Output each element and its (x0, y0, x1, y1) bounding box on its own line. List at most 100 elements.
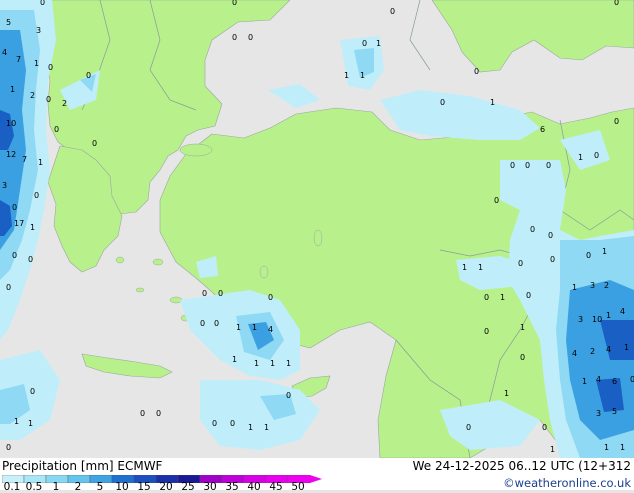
precip-value-label: 0 (268, 293, 273, 302)
precip-value-label: 0 (54, 125, 59, 134)
precip-value-label: 1 (14, 417, 19, 426)
precip-value-label: 0 (614, 0, 619, 7)
precip-value-label: 3 (596, 409, 601, 418)
precip-value-label: 1 (604, 443, 609, 452)
precip-value-label: 1 (30, 223, 35, 232)
precip-value-label: 1 (624, 343, 629, 352)
precip-value-label: 0 (525, 161, 530, 170)
precip-value-label: 0 (286, 391, 291, 400)
precip-value-label: 0 (218, 289, 223, 298)
precip-value-label: 1 (500, 293, 505, 302)
precip-value-label: 0 (230, 419, 235, 428)
precip-value-label: 0 (6, 283, 11, 292)
precip-value-label: 0 (466, 423, 471, 432)
scale-tick-label: 0.5 (25, 481, 43, 493)
precip-value-label: 3 (578, 315, 583, 324)
scale-tick-label: 25 (181, 481, 195, 493)
precip-value-label: 1 (520, 323, 525, 332)
scale-tick-label: 30 (203, 481, 217, 493)
precip-value-label: 0 (548, 231, 553, 240)
precip-value-label: 1 (606, 311, 611, 320)
precip-value-label: 0 (518, 259, 523, 268)
precip-value-label: 1 (236, 323, 241, 332)
precip-value-label: 0 (212, 419, 217, 428)
precip-value-label: 1 (270, 359, 275, 368)
precip-value-label: 0 (484, 293, 489, 302)
scale-tick-label: 15 (137, 481, 151, 493)
precip-value-label: 1 (28, 419, 33, 428)
precip-value-label: 1 (376, 39, 381, 48)
precip-value-label: 1 (232, 355, 237, 364)
precip-value-label: 2 (590, 347, 595, 356)
precip-value-label: 1 (34, 59, 39, 68)
footer-bar: Precipitation [mm] ECMWF We 24-12-2025 0… (0, 458, 634, 493)
precip-value-label: 2 (62, 99, 67, 108)
precip-value-label: 1 (38, 158, 43, 167)
map-title: Precipitation [mm] ECMWF (2, 459, 163, 473)
precip-value-label: 5 (6, 18, 11, 27)
precip-value-label: 0 (202, 289, 207, 298)
precip-value-label: 0 (594, 151, 599, 160)
precip-value-label: 0 (440, 98, 445, 107)
precip-value-label: 3 (2, 181, 7, 190)
precip-value-label: 0 (6, 443, 11, 452)
precip-value-label: 5 (612, 407, 617, 416)
precip-value-label: 0 (86, 71, 91, 80)
precip-value-label: 0 (474, 67, 479, 76)
precip-value-label: 0 (48, 63, 53, 72)
credit-link[interactable]: ©weatheronline.co.uk (503, 476, 631, 490)
precip-value-label: 4 (606, 345, 611, 354)
precip-value-label: 0 (520, 353, 525, 362)
precip-value-label: 4 (2, 48, 7, 57)
precip-value-label: 0 (614, 117, 619, 126)
precip-value-label: 1 (254, 359, 259, 368)
scale-tick-label: 0.1 (3, 481, 21, 493)
precip-value-label: 0 (526, 291, 531, 300)
precip-value-label: 4 (596, 375, 601, 384)
precip-value-label: 4 (572, 349, 577, 358)
precip-value-label: 2 (604, 281, 609, 290)
precip-value-label: 0 (200, 319, 205, 328)
scale-tick-label: 35 (225, 481, 239, 493)
precip-value-label: 4 (268, 325, 273, 334)
precip-value-label: 0 (550, 255, 555, 264)
precip-value-label: 1 (478, 263, 483, 272)
precip-value-label: 0 (630, 375, 634, 384)
scale-tick-label: 10 (115, 481, 129, 493)
precip-value-label: 1 (252, 323, 257, 332)
precip-value-label: 1 (620, 443, 625, 452)
precip-value-label: 3 (590, 281, 595, 290)
precip-value-label: 0 (34, 191, 39, 200)
precipitation-map: 0 0 0 3 5 0 0 0 0 1 7 1 0 4 0 1 1 0 1 2 0 2 0 1 10 0 6 0 0 12 7 1 1 0 0 0 0 3… (0, 0, 634, 459)
precip-value-label: 0 (546, 161, 551, 170)
forecast-datetime: We 24-12-2025 06..12 UTC (12+312 (412, 459, 631, 473)
precip-value-label: 1 (572, 283, 577, 292)
scale-tick-label: 45 (269, 481, 283, 493)
precip-value-label: 4 (620, 307, 625, 316)
precip-value-label: 1 (490, 98, 495, 107)
scale-tick-label: 50 (291, 481, 305, 493)
precip-value-label: 1 (504, 389, 509, 398)
precip-value-label: 0 (214, 319, 219, 328)
precip-value-label: 1 (264, 423, 269, 432)
precip-value-label: 0 (232, 33, 237, 42)
scale-tick-label: 2 (74, 481, 82, 493)
precip-value-label: 6 (540, 125, 545, 134)
precip-value-label: 0 (390, 7, 395, 16)
precip-value-label: 17 (14, 219, 24, 228)
precip-value-label: 0 (510, 161, 515, 170)
precip-value-label: 1 (582, 377, 587, 386)
precip-value-label: 2 (30, 91, 35, 100)
precip-value-label: 6 (612, 377, 617, 386)
precip-value-label: 10 (6, 119, 16, 128)
precip-value-label: 3 (36, 26, 41, 35)
precip-value-label: 1 (248, 423, 253, 432)
precip-value-label: 0 (12, 251, 17, 260)
precip-value-label: 0 (92, 139, 97, 148)
scale-tick-label: 1 (52, 481, 60, 493)
precip-value-label: 0 (248, 33, 253, 42)
precip-value-label: 10 (592, 315, 602, 324)
precip-value-label: 0 (542, 423, 547, 432)
precip-value-label: 1 (462, 263, 467, 272)
precip-value-label: 0 (586, 251, 591, 260)
